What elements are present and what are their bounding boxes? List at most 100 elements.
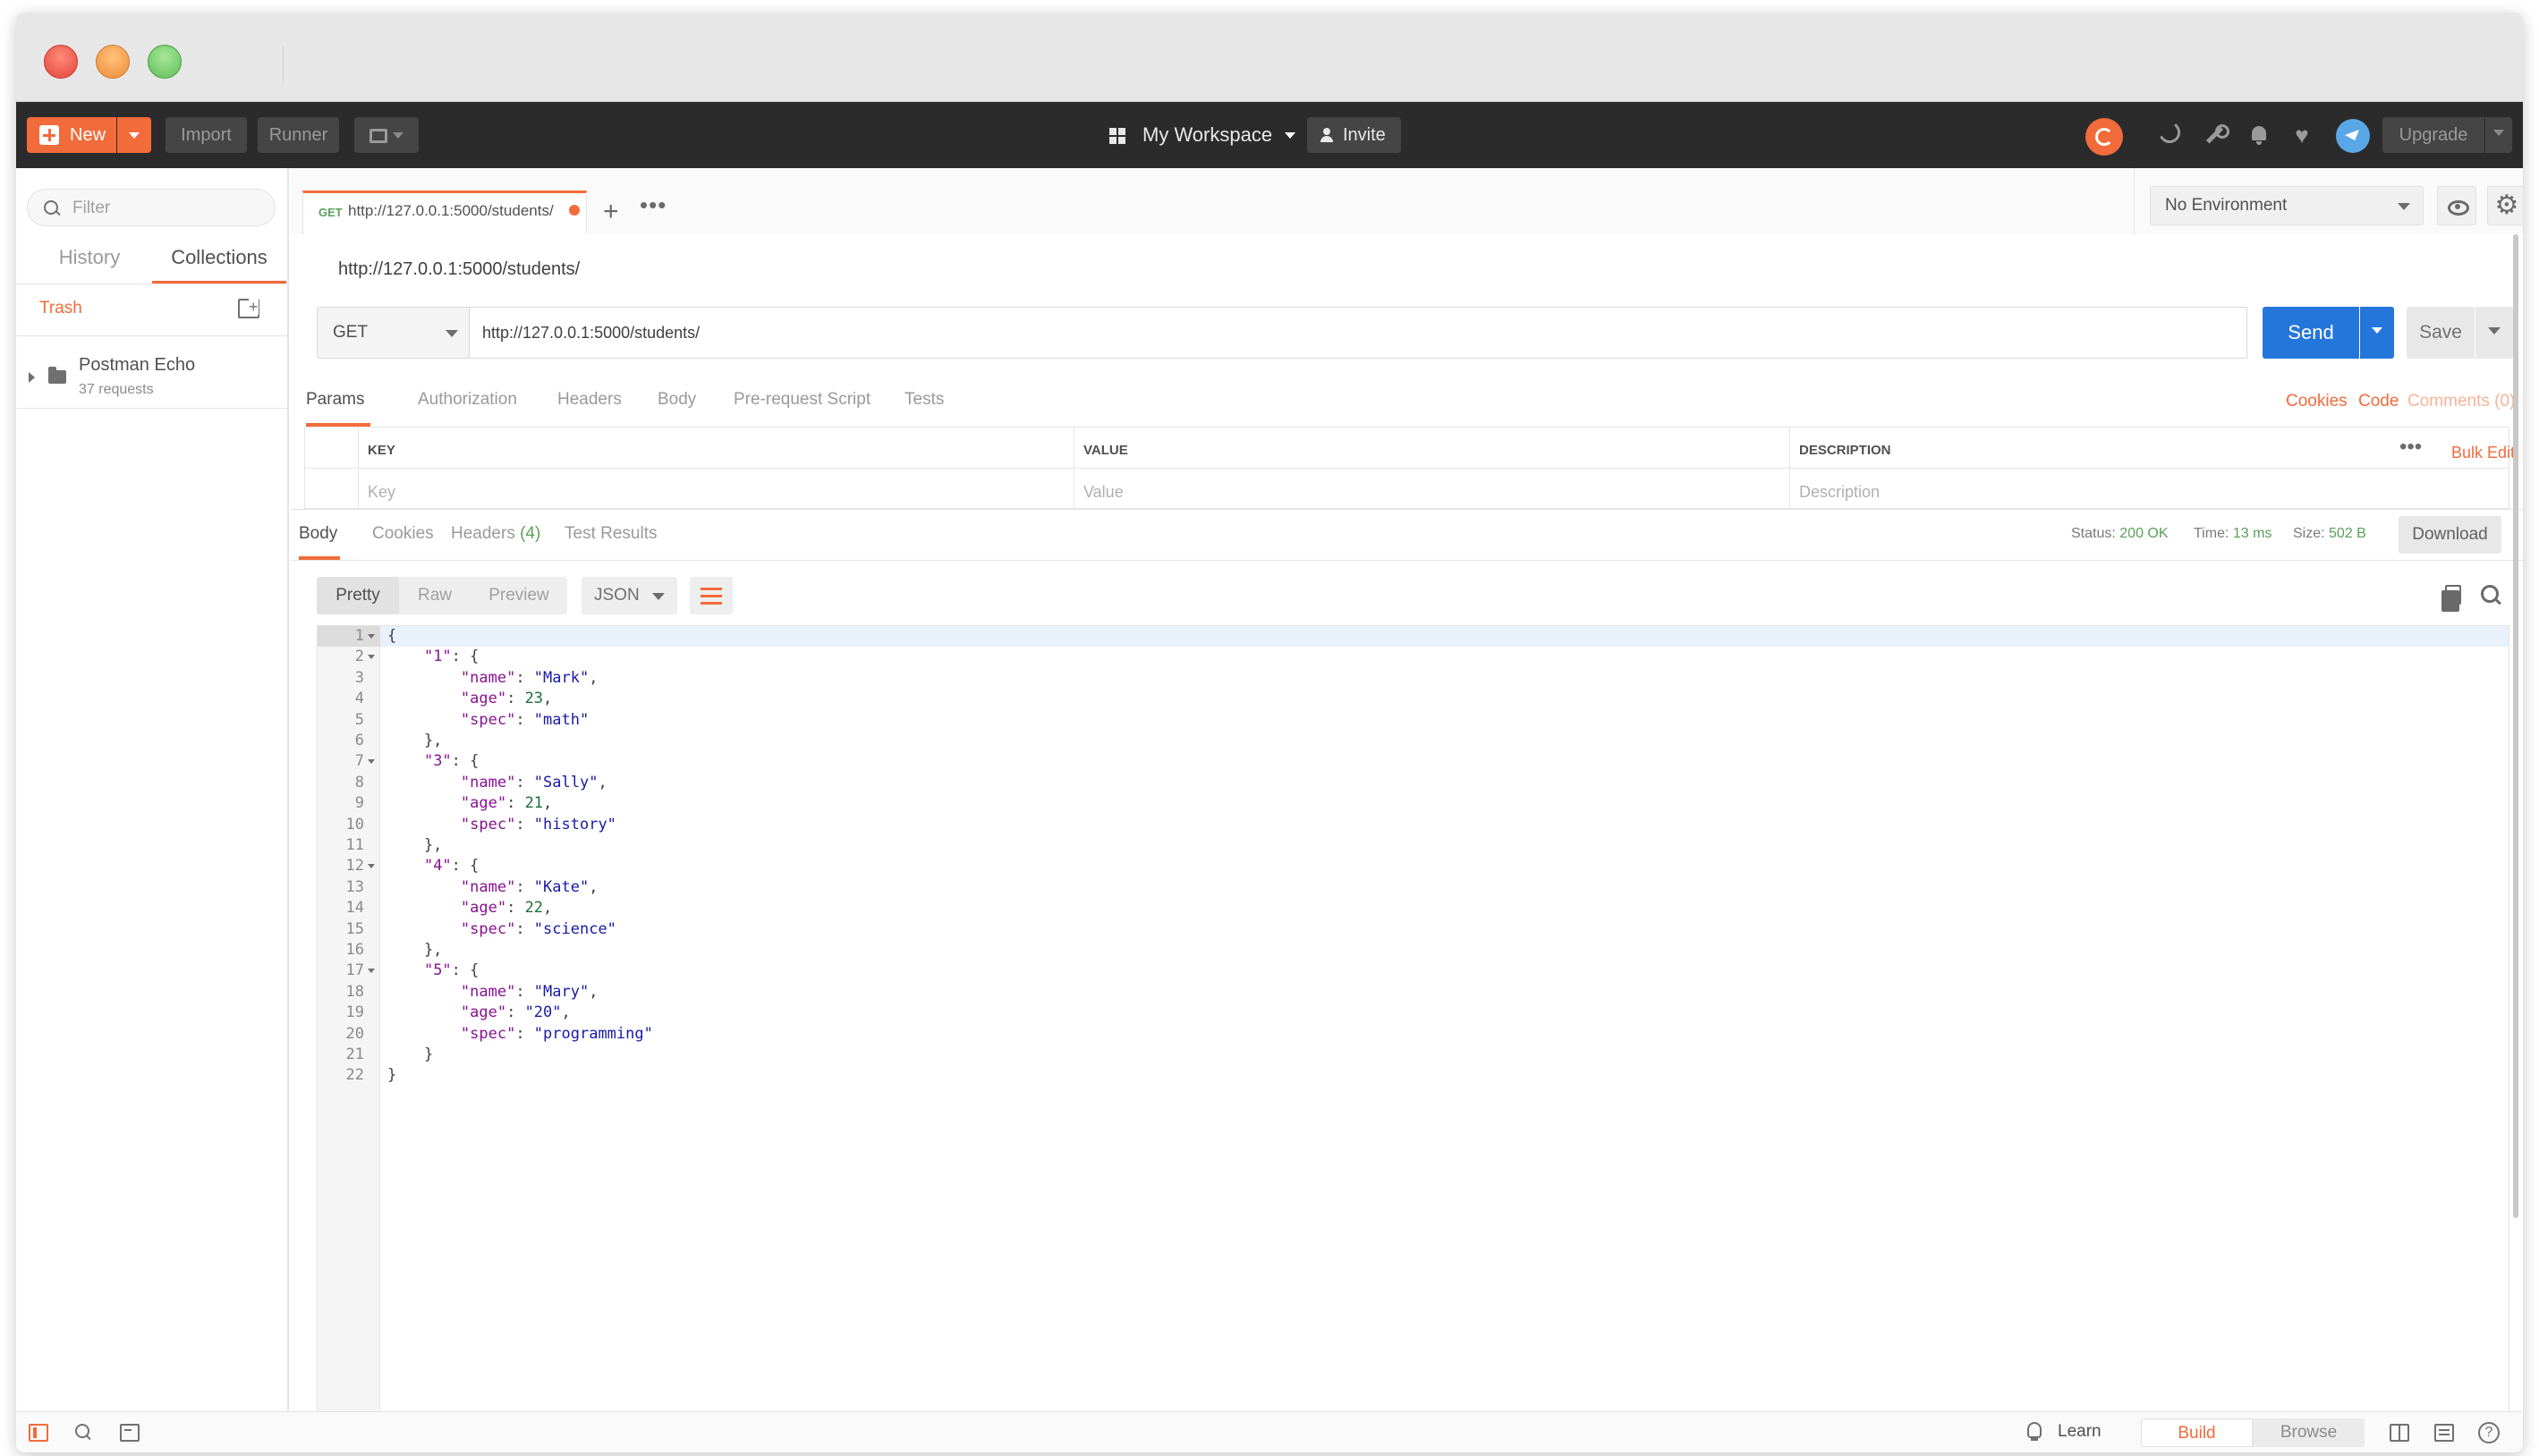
code-text: "spec": "math" <box>460 710 590 729</box>
code-line: 6 }, <box>318 731 2509 751</box>
invite-label: Invite <box>1343 125 1386 145</box>
chevron-right-icon[interactable] <box>29 372 35 383</box>
import-button[interactable]: Import <box>166 117 247 153</box>
bulk-edit-link[interactable]: Bulk Edit <box>2451 444 2515 462</box>
close-window-button[interactable] <box>44 45 78 79</box>
more-tabs-icon[interactable]: ••• <box>640 191 667 219</box>
runner-button[interactable]: Runner <box>258 117 339 153</box>
tab-body[interactable]: Body <box>658 390 696 410</box>
url-input[interactable] <box>470 307 2247 359</box>
code-line: 9 "age": 21, <box>318 793 2509 814</box>
comments-link[interactable]: Comments (0) <box>2407 392 2515 411</box>
interceptor-satellite-icon[interactable] <box>2158 123 2181 147</box>
tab-response-headers[interactable]: Headers (4) <box>451 524 540 544</box>
environment-select[interactable]: No Environment <box>2150 186 2424 225</box>
copy-icon[interactable] <box>2441 585 2461 612</box>
fold-toggle-icon[interactable] <box>368 864 375 869</box>
toggle-sidebar-icon[interactable] <box>29 1424 48 1442</box>
code-text: "name": "Mary", <box>460 982 599 1001</box>
new-button[interactable]: New <box>27 117 116 153</box>
console-icon[interactable] <box>120 1424 140 1442</box>
search-icon[interactable] <box>2481 585 2501 605</box>
plus-icon <box>39 125 59 145</box>
send-dropdown-button[interactable] <box>2360 307 2394 359</box>
tab-authorization[interactable]: Authorization <box>418 390 517 410</box>
trash-link[interactable]: Trash <box>39 299 82 318</box>
fold-toggle-icon[interactable] <box>368 634 375 639</box>
tab-pre-request-script[interactable]: Pre-request Script <box>734 390 870 410</box>
code-text: "spec": "history" <box>460 815 616 834</box>
request-name[interactable]: http://127.0.0.1:5000/students/ <box>338 259 580 280</box>
fold-toggle-icon[interactable] <box>368 655 375 660</box>
postman-window: New Import Runner My Workspace Invite ♥ … <box>16 13 2523 1452</box>
filter-input[interactable] <box>72 197 260 220</box>
code-text: }, <box>387 732 443 749</box>
response-body-editor[interactable]: 1{2 "1": {3 "name": "Mark", 4 "age": 23, 5… <box>317 625 2509 1423</box>
user-avatar[interactable] <box>2336 119 2370 153</box>
filter-field[interactable] <box>27 189 276 226</box>
wrap-lines-icon[interactable] <box>690 577 733 614</box>
fold-toggle-icon[interactable] <box>368 759 375 765</box>
key-input[interactable]: Key <box>368 483 395 502</box>
more-options-icon[interactable]: ••• <box>2399 435 2422 460</box>
workspace-label: My Workspace <box>1142 123 1273 146</box>
request-tab[interactable]: GET http://127.0.0.1:5000/students/ <box>302 190 587 234</box>
request-tab-url: http://127.0.0.1:5000/students/ <box>348 202 554 219</box>
chevron-down-icon <box>129 132 140 140</box>
help-icon[interactable]: ? <box>2478 1422 2500 1443</box>
minimize-window-button[interactable] <box>96 45 130 79</box>
fold-toggle-icon[interactable] <box>368 969 375 974</box>
vertical-scrollbar[interactable] <box>2510 234 2521 1397</box>
send-button[interactable]: Send <box>2263 307 2359 359</box>
sync-icon[interactable] <box>2085 118 2123 156</box>
code-text: { <box>387 627 397 645</box>
zoom-window-button[interactable] <box>148 45 182 79</box>
learn-link[interactable]: Learn <box>2058 1422 2102 1442</box>
upgrade-dropdown-button[interactable] <box>2485 117 2512 153</box>
tab-collections[interactable]: Collections <box>152 238 286 284</box>
manage-environments-gear-icon[interactable]: ⚙ <box>2487 186 2523 225</box>
notifications-bell-icon[interactable] <box>2247 123 2271 147</box>
tab-history[interactable]: History <box>27 238 152 284</box>
tab-response-body[interactable]: Body <box>299 524 337 544</box>
language-select[interactable]: JSON <box>582 577 677 614</box>
settings-wrench-icon[interactable] <box>2203 123 2229 147</box>
new-window-button[interactable] <box>354 117 419 153</box>
code-text: "1": { <box>423 648 480 666</box>
code-line: 4 "age": 23, <box>318 689 2509 709</box>
tab-tests[interactable]: Tests <box>904 390 944 410</box>
line-number: 14 <box>345 899 364 918</box>
upgrade-button[interactable]: Upgrade <box>2382 117 2484 153</box>
invite-button[interactable]: Invite <box>1307 117 1401 153</box>
cookies-link[interactable]: Cookies <box>2286 392 2348 411</box>
method-select[interactable]: GET <box>317 307 470 359</box>
tab-test-results[interactable]: Test Results <box>565 524 657 544</box>
tab-params[interactable]: Params <box>306 390 364 410</box>
title-bar-divider <box>283 47 284 82</box>
mode-browse[interactable]: Browse <box>2253 1418 2365 1447</box>
keyboard-shortcuts-icon[interactable] <box>2434 1424 2454 1442</box>
value-input[interactable]: Value <box>1083 483 1124 502</box>
format-raw[interactable]: Raw <box>399 577 471 614</box>
download-button[interactable]: Download <box>2399 516 2501 554</box>
add-tab-button[interactable]: + <box>603 199 619 225</box>
mode-build[interactable]: Build <box>2141 1418 2253 1447</box>
save-button[interactable]: Save <box>2407 307 2475 359</box>
environment-quick-look-eye-icon[interactable] <box>2437 186 2476 225</box>
lightbulb-icon[interactable] <box>2027 1422 2042 1443</box>
two-pane-view-icon[interactable] <box>2390 1424 2409 1442</box>
heart-icon[interactable]: ♥ <box>2290 123 2314 147</box>
description-input[interactable]: Description <box>1799 483 1880 502</box>
format-preview[interactable]: Preview <box>471 577 567 614</box>
find-icon[interactable] <box>73 1424 93 1442</box>
chevron-down-icon <box>2372 327 2382 334</box>
format-pretty[interactable]: Pretty <box>317 577 399 614</box>
new-dropdown-button[interactable] <box>117 117 151 153</box>
code-link[interactable]: Code <box>2358 392 2399 411</box>
new-collection-icon[interactable] <box>238 299 259 318</box>
save-dropdown-button[interactable] <box>2475 307 2513 359</box>
value-header: VALUE <box>1083 443 1128 458</box>
tab-headers[interactable]: Headers <box>557 390 622 410</box>
line-number: 17 <box>345 961 364 980</box>
tab-response-cookies[interactable]: Cookies <box>372 524 434 544</box>
